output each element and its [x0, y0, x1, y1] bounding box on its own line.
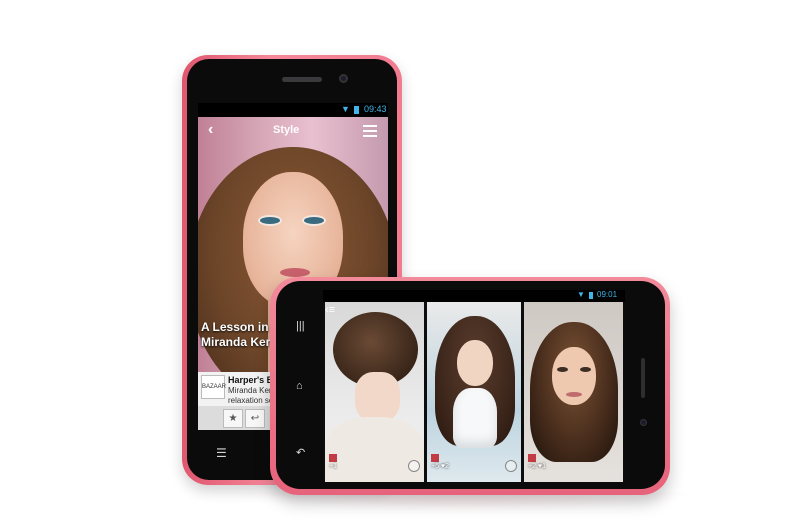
reply-icon[interactable]: ↩	[245, 409, 265, 428]
avatar	[431, 454, 439, 462]
photo-tile[interactable]: +5 ♥2	[427, 302, 521, 482]
earpiece-speaker	[282, 77, 322, 82]
menu-key-icon[interactable]: |||	[296, 320, 305, 332]
photo-tile[interactable]: +1	[325, 302, 424, 482]
pin-icon[interactable]	[408, 460, 420, 472]
back-chevron-icon[interactable]: ‹	[208, 121, 213, 139]
landscape-screen: ▼ 09:01 +1 +5 ♥2 +2 ♥1 ‹≡	[323, 290, 625, 482]
lips	[566, 392, 582, 397]
right-eye	[304, 217, 324, 224]
neck	[355, 372, 400, 422]
table-reflection	[230, 492, 700, 512]
tile-stats: +2 ♥1	[528, 454, 546, 471]
back-key-icon[interactable]: ↶	[296, 446, 305, 459]
tile-stats: +5 ♥2	[431, 454, 449, 471]
status-bar: ▼ 09:43	[198, 103, 388, 117]
avatar	[329, 454, 337, 462]
front-camera	[640, 419, 647, 426]
wifi-icon: ▼	[341, 104, 350, 114]
battery-icon	[589, 292, 593, 299]
photo-tile[interactable]: +2 ♥1	[524, 302, 623, 482]
tile-stats: +1	[329, 454, 339, 471]
app-title: Style	[273, 124, 300, 136]
home-key-icon[interactable]: ⌂	[296, 380, 303, 392]
status-bar: ▼ 09:01	[323, 290, 625, 302]
avatar	[528, 454, 536, 462]
tile-counts: +5 ♥2	[431, 462, 449, 470]
shoulders	[325, 417, 424, 482]
earpiece-speaker	[641, 358, 645, 398]
back-chevron-icon[interactable]: ‹≡	[325, 304, 335, 316]
hamburger-menu-icon[interactable]	[363, 125, 377, 140]
tile-counts: +1	[329, 462, 337, 470]
lips	[280, 268, 310, 277]
wifi-icon: ▼	[577, 290, 585, 299]
right-eye	[580, 367, 591, 372]
battery-icon	[354, 106, 359, 114]
left-eye	[260, 217, 280, 224]
pin-icon[interactable]	[505, 460, 517, 472]
app-top-bar: ‹ Style	[198, 117, 388, 143]
tile-counts: +2 ♥1	[528, 462, 546, 470]
menu-key-icon[interactable]: ☰	[216, 446, 227, 460]
face	[457, 340, 493, 386]
front-camera	[339, 74, 348, 83]
status-time: 09:01	[597, 290, 618, 299]
left-eye	[557, 367, 568, 372]
status-time: 09:43	[364, 104, 387, 114]
publisher-logo: BAZAAR	[201, 375, 226, 399]
star-icon[interactable]: ★	[223, 409, 243, 428]
mitten	[453, 388, 497, 448]
